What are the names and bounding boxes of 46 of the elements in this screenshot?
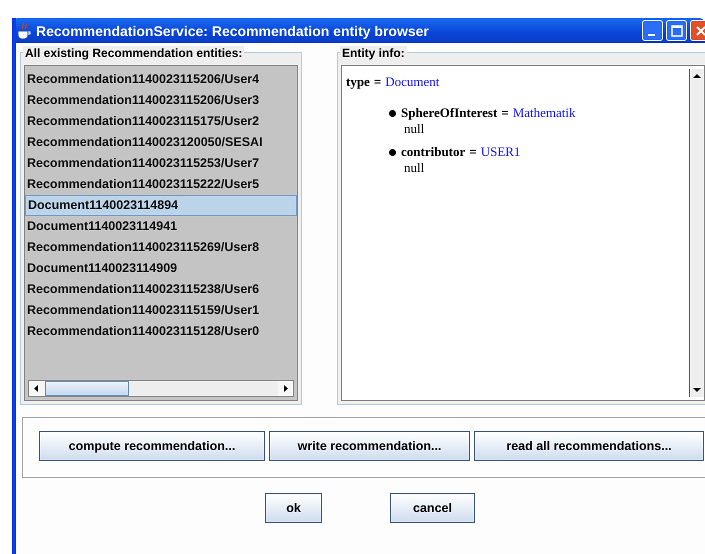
equals-sign: = <box>374 74 382 89</box>
property-value: Document <box>385 74 440 89</box>
bullet-icon <box>389 110 396 116</box>
list-item[interactable]: Document1140023114894 <box>25 195 297 216</box>
minimize-button[interactable] <box>642 20 663 41</box>
property-note: null <box>403 160 426 176</box>
vertical-scrollbar[interactable] <box>689 69 704 397</box>
equals-sign: = <box>501 105 509 120</box>
minimize-icon <box>648 34 654 36</box>
close-icon <box>694 24 705 36</box>
list-item[interactable]: Recommendation1140023115159/User1 <box>25 300 297 321</box>
list-item[interactable]: Recommendation1140023115238/User6 <box>25 279 297 300</box>
list-item[interactable]: Document1140023114909 <box>25 258 297 279</box>
list-item[interactable]: Recommendation1140023115253/User7 <box>25 153 297 174</box>
property-note: null <box>403 121 426 137</box>
list-item[interactable]: Recommendation1140023120050/SESAI <box>25 132 297 153</box>
action-button[interactable]: write recommendation... <box>269 431 470 461</box>
list-item[interactable]: Recommendation1140023115269/User8 <box>25 237 297 258</box>
scroll-right-icon[interactable] <box>278 381 293 396</box>
bullet-icon <box>389 148 396 156</box>
property-value: USER1 <box>480 144 520 159</box>
group-title: All existing Recommendation entities: <box>23 46 244 60</box>
ok-button[interactable]: ok <box>265 493 322 523</box>
cancel-button[interactable]: cancel <box>390 493 475 523</box>
coffee-cup-icon <box>16 22 32 40</box>
scroll-left-icon[interactable] <box>29 381 44 396</box>
property-name: contributor <box>401 144 466 159</box>
property-value: Mathematik <box>512 105 576 120</box>
action-button[interactable]: read all recommendations... <box>474 431 704 461</box>
list-item[interactable]: Recommendation1140023115128/User0 <box>25 321 297 342</box>
scroll-thumb[interactable] <box>45 381 129 396</box>
horizontal-scrollbar[interactable] <box>28 380 294 397</box>
list-item[interactable]: Recommendation1140023115175/User2 <box>25 111 297 132</box>
group-title: Entity info: <box>340 46 407 60</box>
action-button[interactable]: compute recommendation... <box>39 431 265 461</box>
property-name: type <box>346 74 370 89</box>
list-item[interactable]: Recommendation1140023115222/User5 <box>25 174 297 195</box>
maximize-icon <box>670 24 682 36</box>
list-item[interactable]: Recommendation1140023115206/User4 <box>25 69 297 90</box>
property-name: SphereOfInterest <box>401 105 498 120</box>
maximize-button[interactable] <box>666 20 687 41</box>
list-item[interactable]: Recommendation1140023115206/User3 <box>25 90 297 111</box>
window-title: RecommendationService: Recommendation entity browser <box>36 22 430 38</box>
close-button[interactable] <box>690 20 705 41</box>
list-item[interactable]: Document1140023114941 <box>25 216 297 237</box>
equals-sign: = <box>469 144 477 159</box>
